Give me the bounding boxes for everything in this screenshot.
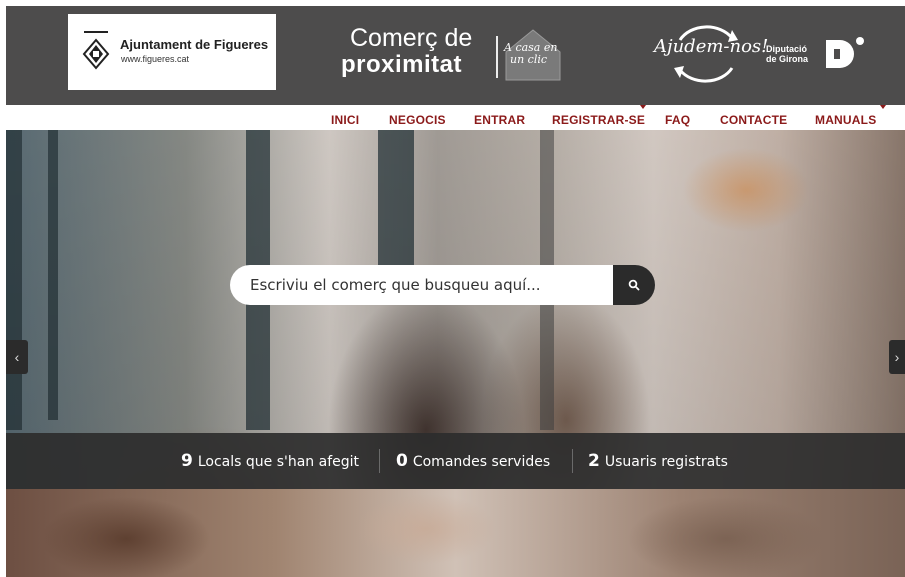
nav-registrar-se[interactable]: REGISTRAR-SE <box>552 113 645 127</box>
stat-locals-value: 9 <box>181 451 193 471</box>
tagline-line2: un clic <box>510 53 548 66</box>
stat-comandes-label: Comandes servides <box>412 454 551 470</box>
site-header: Ajuntament de Figueres www.figueres.cat … <box>6 6 905 105</box>
nav-contacte[interactable]: CONTACTE <box>720 113 787 127</box>
stat-usuaris: 2 Usuaris registrats <box>588 451 728 471</box>
registrar-dropdown-caret-icon <box>640 105 646 109</box>
carousel-prev-button[interactable]: ‹ <box>6 340 28 374</box>
diputacio-d-icon <box>826 37 864 68</box>
diputacio-line1: Diputació <box>766 44 808 54</box>
stat-divider <box>572 449 573 473</box>
stats-bar: 9 Locals que s'han afegit 0 Comandes servi… <box>6 433 905 489</box>
search-icon <box>628 279 640 291</box>
carousel-next-button[interactable]: › <box>889 340 905 374</box>
hero-bottom-image <box>6 489 905 577</box>
nav-entrar[interactable]: ENTRAR <box>474 113 525 127</box>
hero-carousel: ‹ › 9Locals que s'han afegit 0Comandes s… <box>6 130 905 577</box>
stat-locals: 9 Locals que s'han afegit <box>181 451 359 471</box>
search-button[interactable] <box>613 265 655 305</box>
figueres-crest-icon <box>82 31 110 70</box>
nav-faq[interactable]: FAQ <box>665 113 690 127</box>
stat-divider <box>379 449 380 473</box>
diputacio-logo[interactable]: Diputació de Girona <box>766 44 808 64</box>
search-bar <box>230 265 655 305</box>
chevron-left-icon: ‹ <box>14 349 20 365</box>
brand-divider <box>496 36 498 78</box>
logo-title: Ajuntament de Figueres <box>120 37 269 52</box>
campaign-logo-text: Ajudem-nos! <box>654 36 769 57</box>
nav-inici[interactable]: INICI <box>331 113 359 127</box>
nav-negocis[interactable]: NEGOCIS <box>389 113 446 127</box>
brand-line2: proximitat <box>341 51 463 78</box>
diputacio-line2: de Girona <box>766 54 809 64</box>
search-input[interactable] <box>230 265 614 305</box>
stat-comandes: 0 Comandes servides <box>396 451 550 471</box>
stat-locals-label: Locals que s'han afegit <box>197 454 360 470</box>
main-nav: INICI NEGOCIS ENTRAR REGISTRAR-SE FAQ CO… <box>300 105 900 130</box>
nav-manuals[interactable]: MANUALS <box>815 113 876 127</box>
logo-url: www.figueres.cat <box>121 54 190 64</box>
stat-comandes-value: 0 <box>396 451 408 471</box>
page: Ajuntament de Figueres www.figueres.cat … <box>0 0 905 577</box>
chevron-right-icon: › <box>894 349 900 365</box>
ajuntament-logo[interactable]: Ajuntament de Figueres www.figueres.cat <box>68 14 276 90</box>
brand-line1: Comerç de <box>350 24 473 52</box>
stat-usuaris-label: Usuaris registrats <box>604 454 728 470</box>
stat-usuaris-value: 2 <box>588 451 600 471</box>
tagline: A casa en un clic <box>504 42 557 66</box>
manuals-dropdown-caret-icon <box>880 105 886 109</box>
